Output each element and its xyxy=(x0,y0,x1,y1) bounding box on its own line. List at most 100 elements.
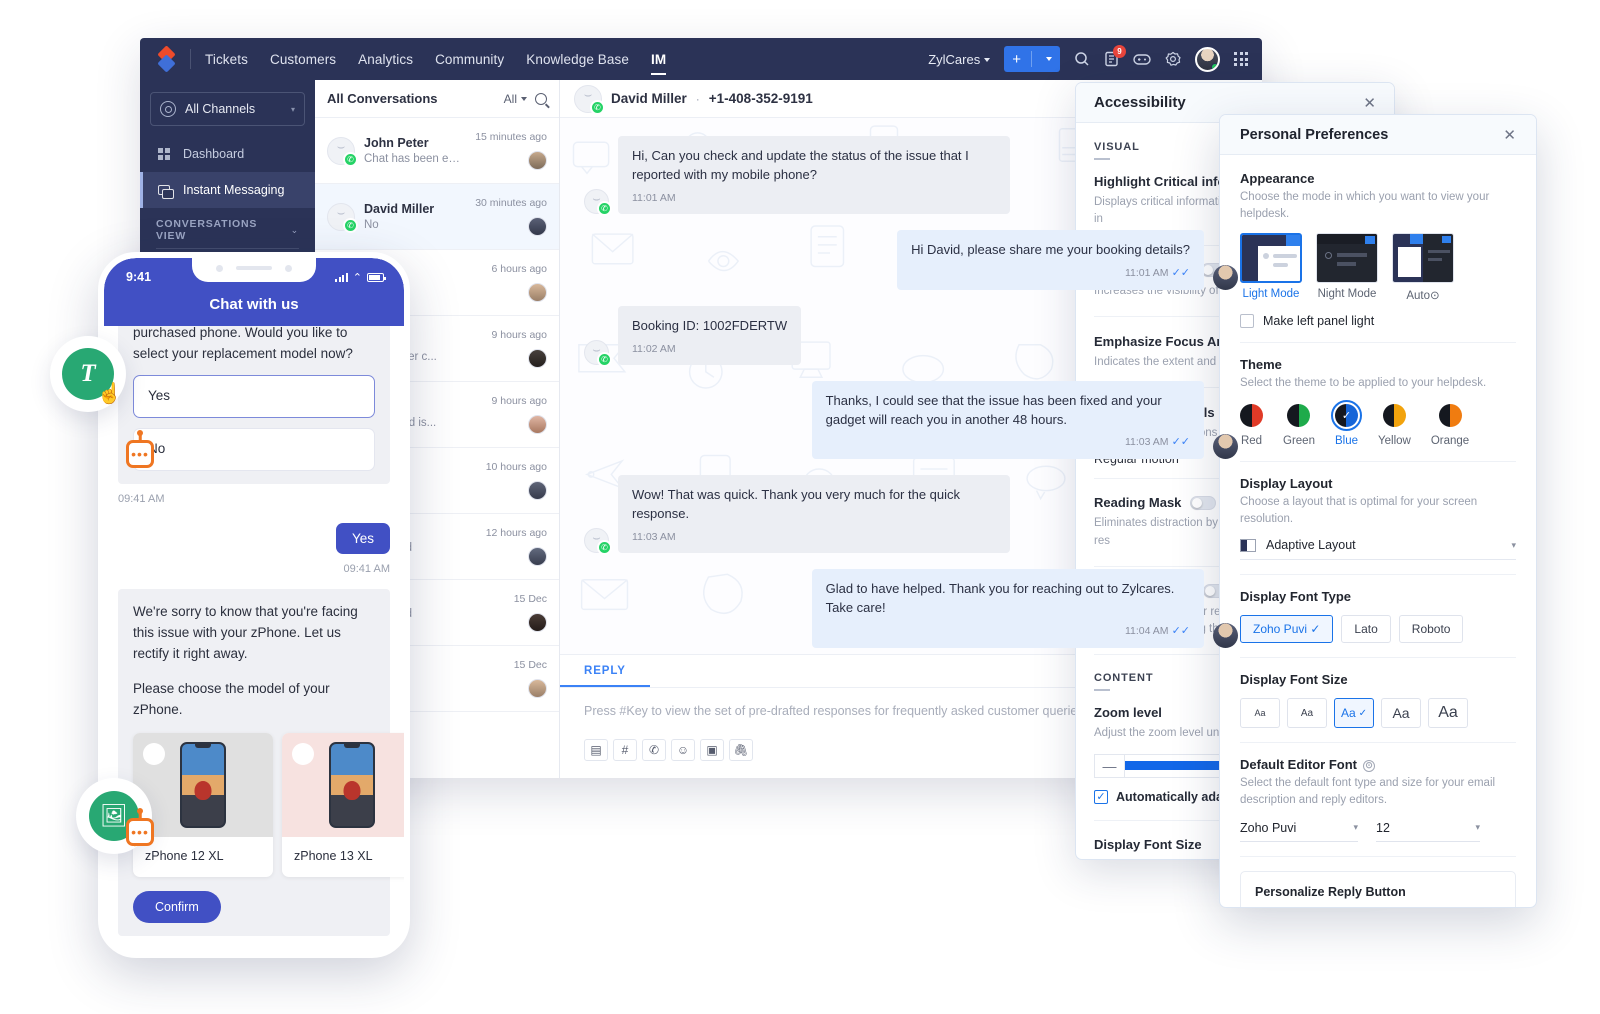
message-text: Hi, Can you check and update the status … xyxy=(632,148,969,182)
signal-icon xyxy=(335,273,348,282)
whatsapp-icon: ✆ xyxy=(597,540,612,556)
conversation-row-0[interactable]: ✆ John Peter Chat has been ended 15 minu… xyxy=(315,118,559,184)
card-personalize-reply-button[interactable]: Personalize Reply Button ↩ Select the re… xyxy=(1240,870,1516,907)
settings-gear-icon[interactable] xyxy=(1165,51,1181,67)
phone-notch xyxy=(192,258,316,282)
nav-analytics[interactable]: Analytics xyxy=(358,42,413,77)
mode-light[interactable]: Light Mode xyxy=(1240,233,1302,302)
agent-avatar xyxy=(1213,622,1238,648)
channel-icon xyxy=(160,101,176,117)
font-size-chip-0[interactable]: Aa xyxy=(1240,698,1280,729)
theme-green[interactable]: Green xyxy=(1283,404,1315,447)
template-icon[interactable]: ▤ xyxy=(584,739,608,761)
auto-mode-thumbnail xyxy=(1392,233,1454,284)
theme-options: Red Green ✓ Blue Yellow Orange xyxy=(1240,400,1516,447)
image-icon[interactable]: ▣ xyxy=(700,739,724,761)
theme-yellow[interactable]: Yellow xyxy=(1378,404,1411,447)
phone-product-card-1[interactable]: zPhone 13 XL xyxy=(282,733,404,877)
whatsapp-icon: ✆ xyxy=(343,217,358,233)
preferences-title: Personal Preferences xyxy=(1240,126,1389,143)
font-chip-zoho-puvi[interactable]: Zoho Puvi ✓ xyxy=(1240,615,1334,644)
zoom-decrease-button[interactable]: — xyxy=(1094,753,1124,778)
layout-dropdown[interactable]: Adaptive Layout ▾ xyxy=(1240,538,1516,561)
whatsapp-icon: ✆ xyxy=(590,99,605,115)
channel-selector[interactable]: All Channels ▾ xyxy=(150,92,305,126)
battery-icon xyxy=(367,273,386,282)
chevron-down-icon xyxy=(1046,57,1052,61)
phone-option-yes[interactable]: Yes xyxy=(133,374,375,418)
powered-brand[interactable]: Guided Conversations xyxy=(206,951,339,952)
info-icon[interactable]: ⊙ xyxy=(1363,759,1375,772)
tab-reply[interactable]: REPLY xyxy=(560,655,650,687)
agent-avatar xyxy=(1213,264,1238,290)
phone-chat-title: Chat with us xyxy=(209,296,299,313)
layout-desc: Choose a layout that is optimal for your… xyxy=(1240,496,1478,525)
info-icon[interactable]: ⊙ xyxy=(1430,290,1440,302)
font-size-chip-2[interactable]: Aa ✓ xyxy=(1334,698,1374,729)
preferences-header: Personal Preferences ✕ xyxy=(1220,115,1536,155)
nav-knowledge-base[interactable]: Knowledge Base xyxy=(526,42,629,77)
sidebar-section-conversations-view[interactable]: CONVERSATIONS VIEW ⌄ xyxy=(156,218,299,249)
dashboard-icon xyxy=(156,148,171,160)
appearance-mode-options: Light Mode Night Mode Auto⊙ xyxy=(1240,233,1516,302)
mode-night[interactable]: Night Mode xyxy=(1316,233,1378,302)
left-panel-light-checkbox[interactable] xyxy=(1240,314,1254,329)
gamification-icon[interactable] xyxy=(1133,52,1151,66)
close-icon[interactable]: ✕ xyxy=(1363,94,1376,112)
whatsapp-icon: ✆ xyxy=(597,351,612,367)
font-chip-lato[interactable]: Lato xyxy=(1341,615,1391,644)
close-icon[interactable]: ✕ xyxy=(1503,126,1516,144)
agent-avatar xyxy=(528,151,547,170)
message-time: 11:04 AM ✓✓ xyxy=(1124,624,1190,637)
sidebar-item-dashboard[interactable]: Dashboard xyxy=(140,136,315,172)
notes-icon[interactable]: 9 xyxy=(1104,45,1126,67)
sidebar-item-instant-messaging[interactable]: Instant Messaging xyxy=(140,172,315,208)
nav-community[interactable]: Community xyxy=(435,42,504,77)
nav-tickets[interactable]: Tickets xyxy=(205,42,248,77)
nav-im[interactable]: IM xyxy=(650,42,667,77)
message-row-in-2: ✆ Booking ID: 1002FDERTW 11:02 AM xyxy=(584,305,1238,367)
message-text: Glad to have helped. Thank you for reach… xyxy=(825,581,1175,616)
phone-option-no[interactable]: No xyxy=(133,427,375,471)
cursor-hand-icon: ☝ xyxy=(97,383,122,405)
conversation-filter[interactable]: All xyxy=(504,92,527,106)
nav-customers[interactable]: Customers xyxy=(270,42,336,77)
phone-chat-body[interactable]: purchased phone. Would you like to selec… xyxy=(104,326,404,952)
agent-avatar xyxy=(528,217,547,236)
hash-icon[interactable]: # xyxy=(613,739,637,761)
font-size-chip-4[interactable]: Aa xyxy=(1428,698,1468,729)
theme-orange[interactable]: Orange xyxy=(1431,404,1469,447)
product-label: zPhone 13 XL xyxy=(294,849,373,864)
whatsapp-icon[interactable]: ✆ xyxy=(642,739,666,761)
editor-font-size-dropdown[interactable]: 12 ▾ xyxy=(1376,821,1480,842)
theme-blue[interactable]: ✓ Blue xyxy=(1330,400,1362,447)
attachment-icon[interactable]: 🖇 xyxy=(729,739,753,761)
conversation-row-1[interactable]: ✆ David Miller No 30 minutes ago xyxy=(315,184,559,250)
auto-adapt-checkbox[interactable]: ✓ xyxy=(1094,789,1108,804)
add-button[interactable]: + xyxy=(1004,46,1060,72)
font-chip-roboto[interactable]: Roboto xyxy=(1398,615,1464,644)
editor-font-family-dropdown[interactable]: Zoho Puvi ▾ xyxy=(1240,821,1358,842)
font-size-chip-3[interactable]: Aa xyxy=(1381,698,1421,729)
phone-product-card-0[interactable]: zPhone 12 XL xyxy=(133,733,273,877)
theme-red[interactable]: Red xyxy=(1240,404,1263,447)
message-bubble: Glad to have helped. Thank you for reach… xyxy=(811,569,1204,648)
chat-messages[interactable]: ✆ Hi, Can you check and update the statu… xyxy=(560,118,1262,654)
layout-title: Display Layout xyxy=(1240,476,1333,492)
org-switcher[interactable]: ZylCares xyxy=(928,52,991,67)
user-avatar[interactable] xyxy=(1195,46,1220,72)
accessibility-title: Accessibility xyxy=(1094,94,1186,111)
font-size-chip-1[interactable]: Aa xyxy=(1287,698,1327,729)
search-icon[interactable] xyxy=(535,92,547,105)
mode-auto[interactable]: Auto⊙ xyxy=(1392,233,1454,302)
search-icon[interactable] xyxy=(1074,51,1090,67)
sidebar-item-label: Instant Messaging xyxy=(183,183,285,197)
product-radio[interactable] xyxy=(292,743,314,766)
apps-grid-icon[interactable] xyxy=(1234,52,1248,66)
night-mode-thumbnail xyxy=(1316,233,1378,284)
conversation-time: 15 Dec xyxy=(513,659,547,671)
emoji-icon[interactable]: ☺ xyxy=(671,739,695,761)
confirm-button[interactable]: Confirm xyxy=(133,890,221,923)
product-radio[interactable] xyxy=(143,743,165,766)
left-panel-light-checkbox-row[interactable]: Make left panel light xyxy=(1240,314,1516,329)
